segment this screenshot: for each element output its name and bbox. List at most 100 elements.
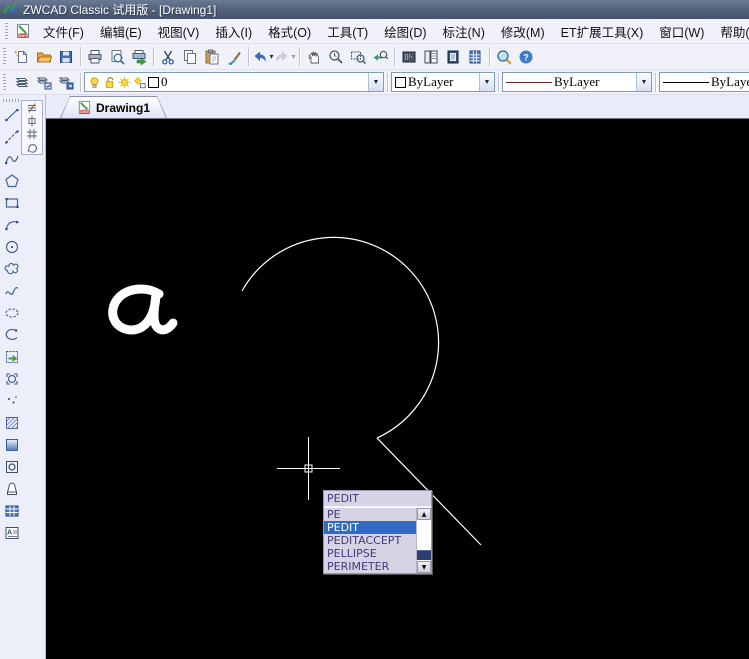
stack-icon — [26, 102, 38, 114]
mtext-tool[interactable]: A — [1, 522, 22, 544]
redo-button[interactable]: ▾ — [274, 46, 296, 68]
draw-order-tool[interactable] — [24, 102, 40, 114]
popup-item-peditaccept[interactable]: PEDITACCEPT — [324, 534, 416, 547]
save-button[interactable] — [55, 46, 77, 68]
properties-toolbar: 0 ▼ ByLayer ▼ ByLayer ▼ ByLayer — [0, 70, 749, 95]
layer-states-button[interactable] — [33, 71, 55, 93]
quickcalc-button[interactable] — [464, 46, 486, 68]
menu-help[interactable]: 帮助(H) — [712, 20, 749, 43]
toolbar-grip[interactable] — [3, 48, 6, 65]
menubar-grip[interactable] — [5, 23, 8, 40]
current-linetype: ByLayer — [554, 74, 599, 90]
rectangle-tool[interactable] — [1, 192, 22, 214]
ellipse-arc-tool[interactable] — [1, 324, 22, 346]
zoom-realtime-button[interactable] — [325, 46, 347, 68]
popup-item-pellipse[interactable]: PELLIPSE — [324, 547, 416, 560]
spline-tool[interactable] — [1, 280, 22, 302]
scrollbar-track[interactable] — [417, 520, 431, 561]
print-preview-button[interactable] — [106, 46, 128, 68]
menu-file[interactable]: 文件(F) — [35, 20, 92, 43]
wipeout-tool[interactable] — [1, 478, 22, 500]
scroll-down-button[interactable]: ▼ — [417, 561, 431, 573]
popup-item-pe[interactable]: PE — [324, 508, 416, 521]
paste-button[interactable] — [201, 46, 223, 68]
lineweight-select[interactable]: ByLayer ▼ — [659, 72, 749, 92]
layer-previous-icon — [58, 74, 74, 90]
tool-palettes-button[interactable] — [420, 46, 442, 68]
menu-view[interactable]: 视图(V) — [150, 20, 208, 43]
layer-manager-button[interactable] — [11, 71, 33, 93]
drawing-canvas[interactable]: PEDIT PEPEDITPEDITACCEPTPELLIPSEPERIMETE… — [46, 119, 749, 659]
pan-button[interactable] — [303, 46, 325, 68]
title-bar: ZWCAD Classic 试用版 - [Drawing1] — [0, 0, 749, 19]
properties-button[interactable] — [442, 46, 464, 68]
circle-tool[interactable] — [1, 236, 22, 258]
chevron-down-icon[interactable]: ▼ — [479, 73, 494, 91]
zoom-window-button[interactable] — [347, 46, 369, 68]
center-snap-tool[interactable] — [24, 115, 40, 127]
color-select[interactable]: ByLayer ▼ — [391, 72, 495, 92]
layer-previous-button[interactable] — [55, 71, 77, 93]
scroll-up-button[interactable]: ▲ — [417, 508, 431, 520]
dropdown-arrow-icon[interactable]: ▾ — [269, 53, 273, 61]
cut-icon — [160, 49, 176, 65]
match-properties-button[interactable] — [223, 46, 245, 68]
polyline-tool[interactable] — [1, 148, 22, 170]
zoom-previous-button[interactable] — [369, 46, 391, 68]
popup-item-pedit[interactable]: PEDIT — [324, 521, 416, 534]
regen-tool[interactable] — [24, 141, 40, 153]
print-button[interactable] — [84, 46, 106, 68]
polygon-tool[interactable] — [1, 170, 22, 192]
print-preview-icon — [109, 49, 125, 65]
help-button[interactable]: ? — [515, 46, 537, 68]
chevron-down-icon[interactable]: ▼ — [636, 73, 651, 91]
menu-insert[interactable]: 插入(I) — [207, 20, 260, 43]
new-button[interactable] — [11, 46, 33, 68]
standard-toolbar-items: ▾ ▾? — [11, 46, 537, 68]
toolbar-grip[interactable] — [3, 74, 6, 91]
make-block-tool[interactable] — [1, 368, 22, 390]
layer-select[interactable]: 0 ▼ — [84, 72, 384, 92]
popup-scrollbar[interactable]: ▲ ▼ — [416, 508, 431, 573]
open-folder-icon — [36, 49, 52, 65]
menu-window[interactable]: 窗口(W) — [651, 20, 712, 43]
construction-line-tool[interactable] — [1, 126, 22, 148]
open-button[interactable] — [33, 46, 55, 68]
point-tool[interactable] — [1, 390, 22, 412]
command-line-button[interactable] — [398, 46, 420, 68]
undo-button[interactable]: ▾ — [252, 46, 274, 68]
matchprop-icon — [226, 49, 242, 65]
dropdown-arrow-icon[interactable]: ▾ — [291, 53, 295, 61]
linetype-select[interactable]: ByLayer ▼ — [502, 72, 652, 92]
menu-dimension[interactable]: 标注(N) — [435, 20, 493, 43]
region-tool[interactable] — [1, 456, 22, 478]
hatch-tool[interactable] — [1, 412, 22, 434]
gradient-tool[interactable] — [1, 434, 22, 456]
scrollbar-thumb[interactable] — [417, 550, 431, 560]
unlock-icon — [103, 76, 116, 89]
ellipse-tool[interactable] — [1, 302, 22, 324]
menu-modify[interactable]: 修改(M) — [493, 20, 553, 43]
find-button[interactable] — [493, 46, 515, 68]
copy-button[interactable] — [179, 46, 201, 68]
draw-toolbar-grip[interactable] — [3, 99, 19, 102]
popup-item-perimeter[interactable]: PERIMETER — [324, 560, 416, 573]
publish-button[interactable] — [128, 46, 150, 68]
arc-tool[interactable] — [1, 214, 22, 236]
grid-snap-tool[interactable] — [24, 128, 40, 140]
chevron-down-icon[interactable]: ▼ — [368, 73, 383, 91]
menu-format[interactable]: 格式(O) — [260, 20, 319, 43]
document-tab-bar: DWG Drawing1 — [46, 95, 749, 119]
tab-drawing1[interactable]: DWG Drawing1 — [60, 96, 167, 118]
insert-block-tool[interactable] — [1, 346, 22, 368]
revision-cloud-tool[interactable] — [1, 258, 22, 280]
cut-button[interactable] — [157, 46, 179, 68]
menu-et-tools[interactable]: ET扩展工具(X) — [553, 20, 652, 43]
table-tool[interactable] — [1, 500, 22, 522]
layer-color-swatch — [148, 77, 159, 88]
menu-draw[interactable]: 绘图(D) — [376, 20, 434, 43]
current-layer-name: 0 — [161, 74, 168, 90]
menu-tools[interactable]: 工具(T) — [319, 20, 376, 43]
menu-edit[interactable]: 编辑(E) — [92, 20, 150, 43]
line-tool[interactable] — [1, 104, 22, 126]
